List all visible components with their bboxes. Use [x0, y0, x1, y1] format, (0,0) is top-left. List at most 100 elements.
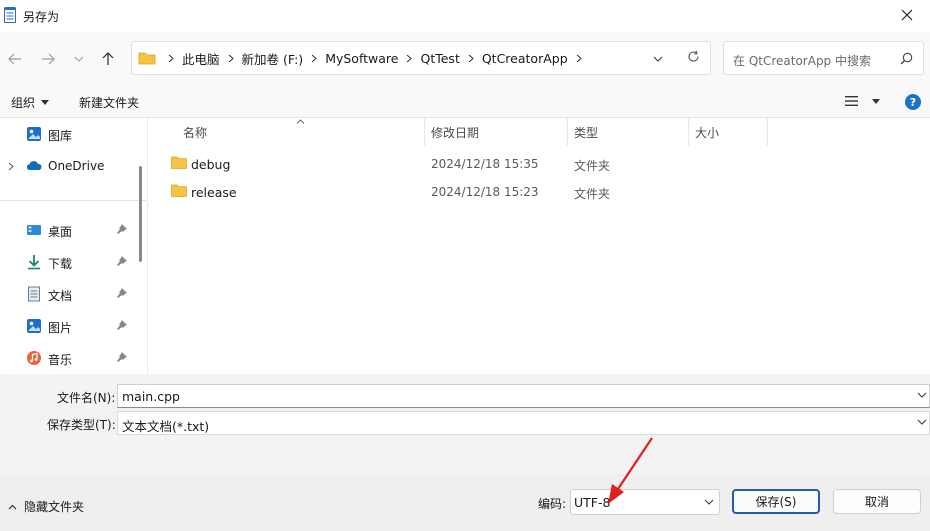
breadcrumb-separator-icon [168, 54, 174, 63]
sidebar-item-pictures[interactable]: 图片 [0, 312, 146, 340]
chevron-down-icon [653, 56, 663, 62]
help-button[interactable]: ? [905, 94, 921, 110]
sidebar-scrollbar[interactable] [139, 166, 142, 262]
pin-icon[interactable] [117, 256, 127, 266]
chevron-right-icon [8, 162, 14, 171]
forward-button[interactable] [37, 48, 59, 70]
up-button[interactable] [97, 48, 119, 70]
chevron-up-icon [8, 504, 17, 509]
breadcrumb-separator-icon [406, 54, 413, 63]
organize-label: 组织 [11, 96, 36, 110]
sidebar-item-downloads[interactable]: 下载 [0, 248, 146, 276]
hide-folders-toggle[interactable]: 隐藏文件夹 [8, 498, 84, 515]
svg-text:?: ? [910, 96, 916, 109]
pin-icon[interactable] [117, 320, 127, 330]
chevron-down-icon[interactable] [917, 392, 927, 398]
hide-folders-label: 隐藏文件夹 [24, 500, 85, 514]
file-modified: 2024/12/18 15:35 [431, 157, 539, 171]
list-view-icon [845, 96, 858, 106]
filetype-select[interactable]: 文本文档(*.txt) [117, 411, 930, 435]
sidebar-item-label: 图库 [48, 129, 73, 143]
download-icon [28, 255, 40, 270]
address-controls [653, 50, 700, 66]
file-name: debug [191, 157, 231, 172]
folder-icon [171, 156, 187, 169]
address-history-button[interactable] [653, 51, 663, 65]
document-icon [28, 286, 40, 302]
encoding-label: 编码: [538, 497, 567, 511]
column-divider[interactable] [424, 118, 425, 146]
search-icon [900, 52, 913, 65]
filename-label: 文件名(N): [57, 391, 116, 405]
sidebar-item-music[interactable]: 音乐 [0, 344, 146, 372]
save-button[interactable]: 保存(S) [732, 489, 820, 514]
new-folder-button[interactable]: 新建文件夹 [79, 94, 139, 111]
breadcrumb-separator-icon [468, 54, 474, 63]
sidebar-item-documents[interactable]: 文档 [0, 280, 146, 308]
breadcrumb-qttest[interactable]: QtTest [420, 51, 459, 66]
caret-down-icon [872, 98, 880, 104]
sidebar-item-label: 下载 [48, 257, 73, 271]
breadcrumb-mysoftware[interactable]: MySoftware [325, 51, 398, 66]
breadcrumb-separator-icon [576, 54, 582, 63]
address-bar[interactable]: 此电脑 新加卷 (F:) MySoftware QtTest QtCreator… [131, 41, 711, 75]
help-icon: ? [905, 94, 921, 110]
navigation-pane: 图库 OneDrive 桌面 下载 文档 图片 音乐 [0, 118, 148, 374]
sidebar-item-label: OneDrive [48, 159, 105, 173]
file-modified: 2024/12/18 15:23 [431, 185, 539, 199]
view-options-button[interactable] [845, 96, 880, 106]
pin-icon[interactable] [117, 224, 127, 234]
file-name: release [191, 185, 237, 200]
annotation-arrow-icon [608, 437, 653, 504]
search-box[interactable]: 在 QtCreatorApp 中搜索 [723, 41, 924, 75]
file-type: 文件夹 [574, 187, 611, 201]
sidebar-item-gallery[interactable]: 图库 [0, 120, 146, 148]
onedrive-cloud-icon [26, 161, 42, 170]
column-header-modified[interactable]: 修改日期 [431, 118, 479, 146]
column-divider[interactable] [688, 118, 689, 146]
refresh-icon [688, 50, 699, 62]
column-header-name[interactable]: 名称 [183, 118, 207, 146]
command-bar: 组织 新建文件夹 ? [0, 86, 930, 118]
chevron-down-icon [74, 56, 84, 62]
arrow-left-icon [8, 53, 21, 65]
sidebar-item-label: 桌面 [48, 225, 73, 239]
breadcrumb-drive[interactable]: 新加卷 (F:) [242, 49, 304, 68]
gallery-icon [27, 127, 41, 141]
pin-icon[interactable] [117, 352, 127, 362]
sidebar-item-label: 文档 [48, 289, 73, 303]
arrow-right-icon [42, 53, 55, 65]
desktop-icon [27, 225, 41, 235]
notepad-icon [4, 7, 16, 23]
folder-icon [138, 52, 156, 65]
column-divider[interactable] [767, 118, 768, 146]
breadcrumb-this-pc[interactable]: 此电脑 [182, 49, 220, 68]
organize-menu[interactable]: 组织 [11, 94, 50, 111]
breadcrumb-qtcreatorapp[interactable]: QtCreatorApp [482, 51, 568, 66]
file-list: 名称 修改日期 类型 大小 debug 2024/12/18 15:35 文件夹… [148, 118, 930, 374]
table-row[interactable]: release 2024/12/18 15:23 文件夹 [148, 178, 930, 206]
filename-input[interactable]: main.cpp [117, 384, 930, 408]
title-bar: 另存为 [0, 0, 930, 32]
recent-locations-button[interactable] [68, 48, 90, 70]
column-header-type[interactable]: 类型 [574, 118, 598, 146]
column-header-size[interactable]: 大小 [695, 118, 719, 146]
filetype-value: 文本文档(*.txt) [122, 419, 210, 434]
table-row[interactable]: debug 2024/12/18 15:35 文件夹 [148, 150, 930, 178]
chevron-down-icon [917, 419, 927, 425]
filename-value: main.cpp [122, 389, 180, 404]
close-icon [901, 9, 913, 21]
breadcrumb-separator-icon [228, 54, 234, 63]
pictures-icon [27, 319, 41, 333]
column-divider[interactable] [567, 118, 568, 146]
pin-icon[interactable] [117, 288, 127, 298]
arrow-up-icon [102, 52, 114, 65]
file-type: 文件夹 [574, 159, 611, 173]
cancel-button[interactable]: 取消 [833, 489, 921, 514]
refresh-button[interactable] [687, 50, 700, 66]
sidebar-item-onedrive[interactable]: OneDrive [0, 152, 146, 180]
sort-ascending-icon [296, 119, 305, 124]
sidebar-item-desktop[interactable]: 桌面 [0, 216, 146, 244]
close-button[interactable] [884, 0, 930, 30]
back-button[interactable] [4, 48, 26, 70]
